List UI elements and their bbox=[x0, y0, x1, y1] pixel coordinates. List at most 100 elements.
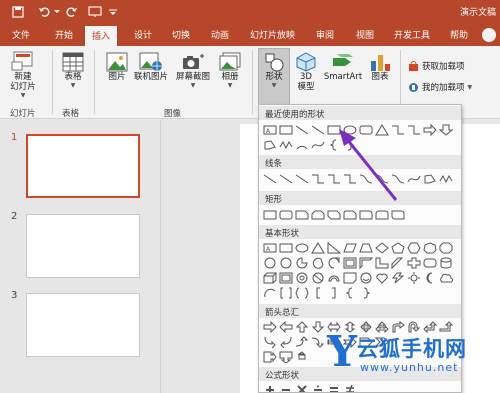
line-icon[interactable] bbox=[263, 173, 277, 185]
u-turn-arrow-icon[interactable] bbox=[407, 321, 421, 333]
lightning-bolt-icon[interactable] bbox=[391, 272, 405, 284]
3d-model-button[interactable]: 3D 模型 bbox=[294, 52, 318, 92]
curved-left-arrow-icon[interactable] bbox=[279, 336, 293, 348]
right-block-arrow-icon[interactable] bbox=[263, 321, 277, 333]
right-arrow-shape-icon[interactable] bbox=[423, 124, 437, 136]
tab-insert[interactable]: 插入 bbox=[85, 26, 118, 46]
right-brace-icon[interactable] bbox=[359, 287, 373, 299]
textbox-shape-icon[interactable]: A bbox=[263, 124, 277, 136]
cube-shape-icon[interactable] bbox=[263, 272, 277, 284]
not-equal-shape-icon[interactable] bbox=[343, 384, 357, 393]
screenshot-button[interactable]: 屏幕截图 ▼ bbox=[172, 52, 214, 89]
undo-dropdown-icon[interactable] bbox=[52, 3, 62, 21]
vertical-textbox-shape-icon[interactable] bbox=[279, 124, 293, 136]
dodecagon-icon[interactable] bbox=[279, 257, 293, 269]
frame-icon[interactable] bbox=[343, 257, 357, 269]
tab-slideshow[interactable]: 幻灯片放映 bbox=[250, 28, 295, 41]
half-frame-icon[interactable] bbox=[359, 257, 373, 269]
no-symbol-icon[interactable] bbox=[311, 272, 325, 284]
curved-down-arrow-icon[interactable] bbox=[311, 336, 325, 348]
folded-corner-icon[interactable] bbox=[343, 272, 357, 284]
tab-view[interactable]: 视图 bbox=[356, 28, 374, 41]
curve-shape-icon[interactable] bbox=[311, 139, 325, 151]
presentation-start-icon[interactable] bbox=[86, 3, 104, 21]
account-icon[interactable] bbox=[482, 28, 496, 42]
rounded-rectangle-icon[interactable] bbox=[279, 209, 293, 221]
arrow-line-shape-icon[interactable] bbox=[311, 124, 325, 136]
cloud-icon[interactable] bbox=[439, 272, 453, 284]
down-arrow-shape-icon[interactable] bbox=[439, 124, 453, 136]
right-bracket-icon[interactable] bbox=[327, 287, 341, 299]
elbow-connector-icon[interactable] bbox=[311, 173, 325, 185]
double-brace-icon[interactable] bbox=[295, 287, 309, 299]
arc-icon[interactable] bbox=[263, 287, 277, 299]
qat-customize-icon[interactable] bbox=[106, 3, 120, 21]
curved-right-arrow-icon[interactable] bbox=[263, 336, 277, 348]
diamond-icon[interactable] bbox=[375, 242, 389, 254]
tab-transitions[interactable]: 切换 bbox=[172, 28, 190, 41]
round-diagonal-icon[interactable] bbox=[391, 209, 405, 221]
trapezoid-icon[interactable] bbox=[359, 242, 373, 254]
left-bracket-icon[interactable] bbox=[311, 287, 325, 299]
oval-icon[interactable] bbox=[295, 242, 309, 254]
hexagon-icon[interactable] bbox=[407, 242, 421, 254]
down-block-arrow-icon[interactable] bbox=[311, 321, 325, 333]
vertical-textbox-icon[interactable] bbox=[279, 242, 293, 254]
tab-design[interactable]: 设计 bbox=[134, 28, 152, 41]
round-same-side-icon[interactable] bbox=[375, 209, 389, 221]
chart-button[interactable]: 图表 bbox=[366, 52, 394, 82]
table-button[interactable]: 表格 ▼ bbox=[57, 52, 89, 89]
pie-icon[interactable] bbox=[295, 257, 309, 269]
tab-file[interactable]: 文件 bbox=[12, 28, 30, 41]
line-shape-icon[interactable] bbox=[295, 124, 309, 136]
rectangle-icon[interactable] bbox=[263, 209, 277, 221]
snip-diagonal-rectangle-icon[interactable] bbox=[327, 209, 341, 221]
my-addins-button[interactable]: 我的加载项 ▼ bbox=[408, 81, 472, 93]
donut-icon[interactable] bbox=[295, 272, 309, 284]
plaque-icon[interactable] bbox=[423, 257, 437, 269]
line-arrow-icon[interactable] bbox=[279, 173, 293, 185]
left-up-arrow-icon[interactable] bbox=[423, 321, 437, 333]
divide-shape-icon[interactable] bbox=[311, 384, 325, 393]
heart-icon[interactable] bbox=[375, 272, 389, 284]
double-bracket-icon[interactable] bbox=[279, 287, 293, 299]
save-icon[interactable] bbox=[10, 3, 26, 21]
photo-album-button[interactable]: 相册 ▼ bbox=[216, 52, 244, 89]
freeform-shape-icon[interactable] bbox=[263, 139, 277, 151]
redo-icon[interactable] bbox=[64, 3, 80, 21]
plus-shape-icon[interactable] bbox=[263, 384, 277, 393]
l-shape-icon[interactable] bbox=[375, 257, 389, 269]
bent-arrow-icon[interactable] bbox=[391, 321, 405, 333]
parallelogram-icon[interactable] bbox=[343, 242, 357, 254]
moon-icon[interactable] bbox=[423, 272, 437, 284]
online-picture-button[interactable]: 联机图片 bbox=[130, 52, 172, 82]
up-block-arrow-icon[interactable] bbox=[295, 321, 309, 333]
can-icon[interactable] bbox=[439, 257, 453, 269]
freeform-icon[interactable] bbox=[423, 173, 437, 185]
tab-home[interactable]: 开始 bbox=[55, 28, 73, 41]
round-single-corner-icon[interactable] bbox=[359, 209, 373, 221]
curved-up-arrow-icon[interactable] bbox=[295, 336, 309, 348]
cross-icon[interactable] bbox=[407, 257, 421, 269]
octagon-icon[interactable] bbox=[439, 242, 453, 254]
arc-shape-icon[interactable] bbox=[295, 139, 309, 151]
scribble-shape-icon[interactable] bbox=[279, 139, 293, 151]
slide-thumbnail-3[interactable] bbox=[26, 293, 140, 357]
down-arrow-callout-icon[interactable] bbox=[279, 351, 293, 363]
snip-corner-rectangle-icon[interactable] bbox=[295, 209, 309, 221]
heptagon-icon[interactable] bbox=[423, 242, 437, 254]
sun-icon[interactable] bbox=[407, 272, 421, 284]
new-slide-button[interactable]: 新建 幻灯片 ▼ bbox=[6, 50, 40, 99]
snip-round-rectangle-icon[interactable] bbox=[343, 209, 357, 221]
left-right-up-arrow-icon[interactable] bbox=[375, 321, 389, 333]
snip-same-side-rectangle-icon[interactable] bbox=[311, 209, 325, 221]
shapes-button[interactable]: 形状 ▼ bbox=[258, 52, 290, 89]
tab-help[interactable]: 帮助 bbox=[450, 28, 468, 41]
slide-thumbnail-1[interactable] bbox=[26, 134, 140, 198]
isosceles-triangle-icon[interactable] bbox=[311, 242, 325, 254]
right-triangle-icon[interactable] bbox=[327, 242, 341, 254]
picture-button[interactable]: 图片 bbox=[104, 52, 130, 82]
chord-icon[interactable] bbox=[311, 257, 325, 269]
decagon-icon[interactable] bbox=[263, 257, 277, 269]
smiley-face-icon[interactable] bbox=[359, 272, 373, 284]
